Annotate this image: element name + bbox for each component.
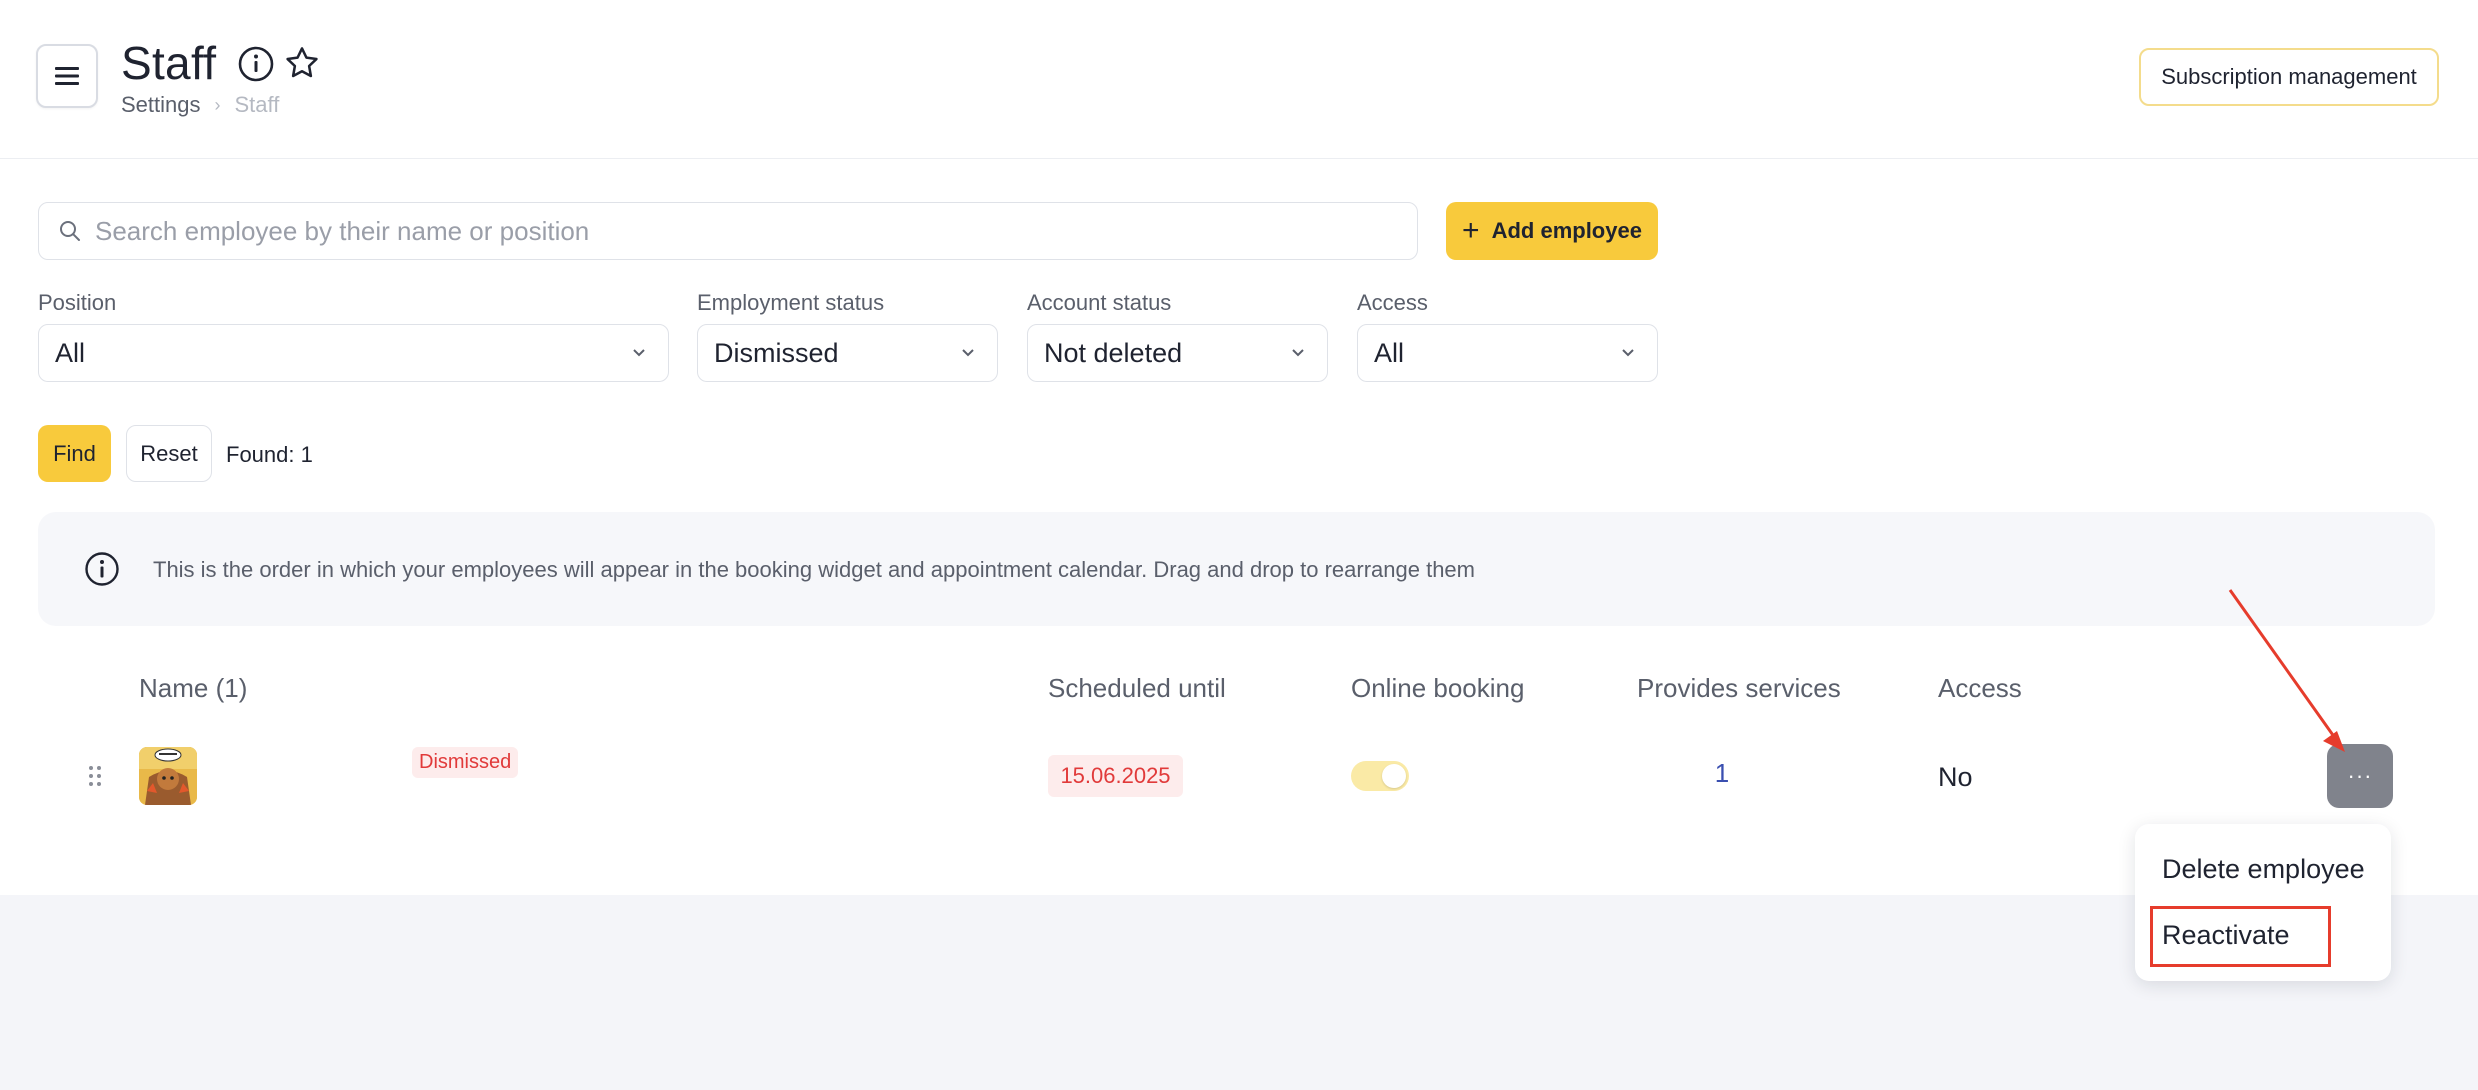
add-employee-button[interactable]: + Add employee: [1446, 202, 1658, 260]
reset-button[interactable]: Reset: [126, 425, 212, 482]
add-employee-label: Add employee: [1491, 218, 1642, 243]
employment-status-select[interactable]: Dismissed: [697, 324, 998, 382]
access-select[interactable]: All: [1357, 324, 1658, 382]
employment-status-select-value: Dismissed: [714, 337, 839, 368]
chevron-down-icon: [633, 349, 645, 357]
menu-item-delete-employee[interactable]: Delete employee: [2162, 854, 2365, 885]
account-status-filter-label: Account status: [1027, 290, 1172, 315]
search-box[interactable]: [38, 202, 1418, 260]
chevron-right-icon: ›: [214, 94, 221, 115]
account-status-select[interactable]: Not deleted: [1027, 324, 1328, 382]
scheduled-until-badge: 15.06.2025: [1048, 755, 1183, 797]
access-select-value: All: [1374, 337, 1405, 368]
column-header-online-booking[interactable]: Online booking: [1351, 673, 1524, 704]
column-header-access[interactable]: Access: [1938, 673, 2022, 704]
page-title: Staff: [121, 37, 217, 89]
position-select-value: All: [55, 337, 86, 368]
info-banner-text: This is the order in which your employee…: [153, 557, 1475, 582]
online-booking-toggle[interactable]: [1351, 761, 1409, 791]
account-status-select-value: Not deleted: [1044, 337, 1183, 368]
find-button[interactable]: Find: [38, 425, 111, 482]
position-filter-label: Position: [38, 290, 117, 315]
plus-icon: +: [1462, 214, 1480, 247]
menu-button[interactable]: [36, 44, 98, 108]
position-select[interactable]: All: [38, 324, 669, 382]
info-icon: [85, 552, 119, 586]
provides-services-count[interactable]: 1: [1700, 758, 1744, 789]
hamburger-icon: [55, 67, 79, 85]
chevron-down-icon: [1622, 349, 1634, 357]
column-header-scheduled-until[interactable]: Scheduled until: [1048, 673, 1226, 704]
star-icon[interactable]: [283, 44, 321, 82]
page: Staff Settings › Staff Subscription mana…: [0, 0, 2478, 895]
breadcrumb-settings[interactable]: Settings: [121, 92, 201, 118]
toggle-knob: [1382, 764, 1406, 788]
chevron-down-icon: [1292, 349, 1304, 357]
info-icon[interactable]: [237, 45, 275, 83]
more-actions-button[interactable]: ···: [2327, 744, 2393, 808]
subscription-management-button[interactable]: Subscription management: [2139, 48, 2439, 106]
annotation-highlight-box: [2150, 906, 2331, 967]
status-badge: Dismissed: [412, 747, 519, 778]
column-header-name[interactable]: Name (1): [139, 673, 247, 704]
avatar-image: [139, 747, 197, 805]
breadcrumb: Settings › Staff: [121, 92, 279, 118]
found-count: Found: 1: [226, 442, 313, 467]
employment-status-filter-label: Employment status: [697, 290, 885, 315]
drag-handle-icon[interactable]: [88, 765, 102, 787]
access-filter-label: Access: [1357, 290, 1428, 315]
info-banner: This is the order in which your employee…: [38, 512, 2435, 626]
page-header: Staff Settings › Staff Subscription mana…: [0, 0, 2478, 159]
breadcrumb-staff: Staff: [234, 92, 280, 117]
chevron-down-icon: [962, 349, 974, 357]
column-header-provides-services[interactable]: Provides services: [1637, 673, 1841, 704]
search-input[interactable]: [95, 215, 1395, 247]
search-icon: [60, 221, 80, 241]
access-value: No: [1938, 762, 1973, 792]
avatar[interactable]: [139, 747, 197, 805]
